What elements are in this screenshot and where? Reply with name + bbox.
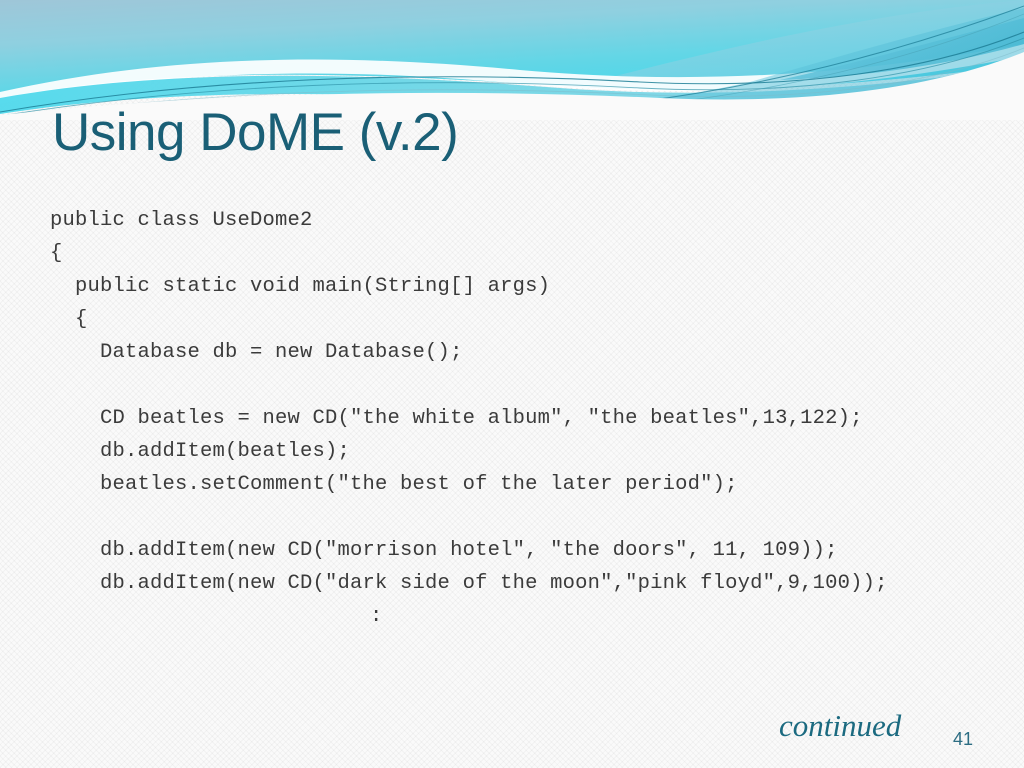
code-line: beatles.setComment("the best of the late… xyxy=(50,473,738,496)
code-line: public static void main(String[] args) xyxy=(50,275,551,298)
code-line: Database db = new Database(); xyxy=(50,341,463,364)
code-line: { xyxy=(50,242,63,265)
code-line: public class UseDome2 xyxy=(50,209,313,232)
code-line: db.addItem(new CD("morrison hotel", "the… xyxy=(50,539,838,562)
code-line: { xyxy=(50,308,88,331)
page-title: Using DoME (v.2) xyxy=(52,103,459,162)
code-line: CD beatles = new CD("the white album", "… xyxy=(50,407,863,430)
code-line: db.addItem(new CD("dark side of the moon… xyxy=(50,572,888,595)
code-block: public class UseDome2 { public static vo… xyxy=(50,204,1010,633)
continued-label: continued xyxy=(779,708,902,743)
slide-canvas: Using DoME (v.2) public class UseDome2 {… xyxy=(0,0,1024,768)
slide-number: 41 xyxy=(953,729,974,749)
code-line: db.addItem(beatles); xyxy=(50,440,351,463)
code-line-ellipsis: : xyxy=(370,605,383,628)
